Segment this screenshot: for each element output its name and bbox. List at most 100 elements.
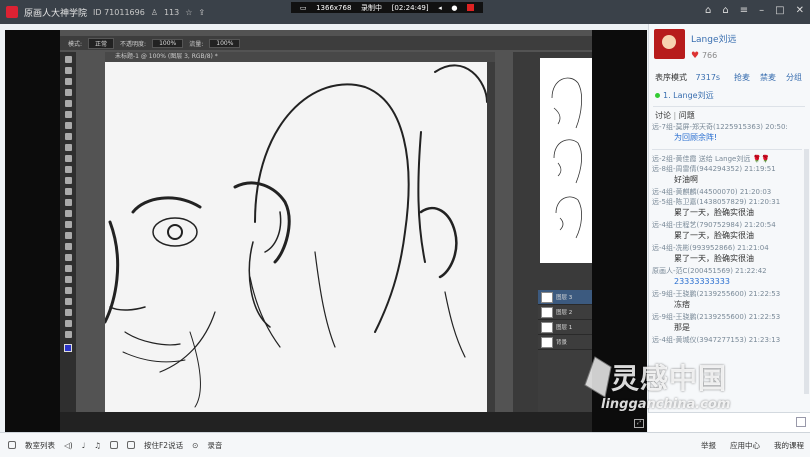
teacher-name[interactable]: Lange刘远	[691, 29, 736, 45]
hand-icon[interactable]	[109, 441, 118, 449]
like-icon[interactable]: ♥ 766	[691, 51, 736, 61]
layer-name: 背景	[556, 340, 568, 346]
message-text: 好油啊	[674, 175, 698, 184]
bottom-toolbar: 教室列表 ◁) ♩ ♫ 按住F2说话 ⊙ 录音 举报 应用中心 我的课程	[0, 432, 810, 457]
layer-thumbnail	[541, 291, 553, 303]
tab-discussion[interactable]: 讨论	[655, 111, 671, 120]
layer-thumbnail	[541, 336, 553, 348]
ps-layer-row: 背景	[538, 335, 592, 350]
ps-canvas	[105, 62, 487, 412]
close-icon[interactable]: ✕	[796, 5, 804, 16]
ps-tool	[64, 331, 72, 338]
speaker-icon[interactable]: ◁)	[64, 441, 73, 450]
online-status-icon	[655, 93, 660, 98]
ps-option-flow-label: 流量:	[189, 40, 204, 48]
divider	[652, 149, 802, 150]
ps-canvas-scrollbar	[487, 62, 495, 412]
message-meta: 远-4组-冼彬(993952866) 21:21:04	[652, 244, 769, 252]
ps-tool	[64, 144, 72, 151]
maximize-icon[interactable]: □	[775, 5, 784, 16]
ps-tool	[64, 78, 72, 85]
message-meta: 远-4组-黄城仪(3947277153) 21:23:13	[652, 336, 781, 344]
ps-tool	[64, 199, 72, 206]
ps-layers-panel: 图层 3 图层 2 图层 1 背景	[538, 290, 592, 412]
window-controls: ⌂ ⌂ ≡ – □ ✕	[705, 5, 804, 16]
ps-tool	[64, 166, 72, 173]
ps-tool	[64, 243, 72, 250]
star-icon[interactable]: ☆	[185, 8, 192, 17]
ps-tool	[64, 298, 72, 305]
navigator-thumbnail	[551, 77, 582, 239]
send-icon[interactable]	[796, 417, 806, 427]
report-button[interactable]: 举报	[701, 440, 716, 451]
app-center-button[interactable]: 应用中心	[730, 440, 760, 451]
teacher-avatar[interactable]	[654, 29, 685, 59]
member-count: 113	[163, 7, 180, 17]
tab-question[interactable]: 问题	[679, 111, 695, 120]
ps-tool	[64, 276, 72, 283]
recording-status: 录制中	[361, 3, 383, 12]
ban-mic-link[interactable]: 禁麦	[760, 72, 776, 83]
mic-icon[interactable]: ♩	[82, 441, 86, 450]
record-icon[interactable]: ⊙	[192, 441, 198, 450]
ps-tool	[64, 56, 72, 63]
stop-button[interactable]	[467, 4, 475, 11]
music-icon[interactable]: ♫	[94, 441, 101, 450]
ps-tool	[64, 100, 72, 107]
message-text: 累了一天，脸确实很油	[674, 254, 754, 263]
performance-row: 表序模式 7317s	[655, 72, 720, 83]
room-id: ID 71011696	[93, 7, 145, 17]
recording-resolution: 1366x768	[316, 3, 352, 12]
ps-tool	[64, 320, 72, 327]
push-to-talk-button[interactable]: 按住F2说话	[144, 440, 183, 451]
chat-tabs: 讨论 | 问题	[655, 111, 695, 120]
member-icon: ♙	[150, 7, 158, 17]
ps-tool	[64, 67, 72, 74]
grab-mic-link[interactable]: 抢麦	[734, 72, 750, 83]
message-text: 累了一天，脸确实很油	[674, 231, 754, 240]
camera-icon[interactable]: ●	[451, 4, 457, 12]
ps-layer-row: 图层 3	[538, 290, 592, 305]
message-meta: 远-4组-黄麒麟(44500070) 21:20:03	[652, 188, 772, 196]
menu-icon[interactable]: ≡	[740, 5, 748, 16]
ps-foreground-color	[64, 344, 72, 352]
chat-input-field[interactable]	[648, 412, 810, 432]
divider	[653, 106, 805, 107]
sketch-drawing	[105, 64, 487, 408]
ps-option-mode-label: 模式:	[68, 40, 83, 48]
skin-icon[interactable]: ⌂	[705, 5, 711, 16]
photoshop-screen: 模式: 正常 不透明度: 100% 流量: 100% 未标题-1 @ 100% …	[60, 30, 592, 432]
bottom-right-actions: 举报 应用中心 我的课程	[701, 440, 810, 451]
window-title: 原画人大神学院	[24, 8, 88, 19]
ps-navigator-panel	[540, 58, 592, 263]
record-button[interactable]: 录音	[207, 440, 222, 451]
ps-tool	[64, 309, 72, 316]
recording-bar: ▭ 1366x768 录制中 [02:24:49] ◂ ●	[291, 2, 483, 13]
ps-tool	[64, 177, 72, 184]
queue-item-label: 1. Lange刘远	[663, 91, 714, 100]
my-courses-button[interactable]: 我的课程	[774, 440, 804, 451]
push-to-talk-icon[interactable]	[126, 441, 135, 449]
classroom-list-icon[interactable]	[8, 441, 16, 449]
message-meta: 远-2组-黄佳霞 送给 Lange刘远 🌹🌹	[652, 155, 770, 163]
chat-scrollbar[interactable]	[804, 149, 809, 394]
share-icon[interactable]: ⇪	[198, 8, 205, 17]
ps-tool	[64, 221, 72, 228]
ps-status-bar	[60, 412, 592, 432]
message-meta: 原画人-范C(200451569) 21:22:42	[652, 267, 767, 275]
chat-message-list: 远-7组-莫屏-郑天奇(1225915363) 20:50: 为回顾余阵! 远-…	[652, 122, 804, 377]
message-text: 冻痞	[674, 300, 690, 309]
ps-tool	[64, 111, 72, 118]
message-text: 累了一天，脸确实很油	[674, 208, 754, 217]
video-stream: 模式: 正常 不透明度: 100% 流量: 100% 未标题-1 @ 100% …	[5, 30, 647, 432]
classroom-list-button[interactable]: 教室列表	[25, 440, 55, 451]
group-link[interactable]: 分组	[786, 72, 802, 83]
minimize-icon[interactable]: –	[759, 5, 764, 16]
recording-time: [02:24:49]	[391, 3, 429, 12]
fullscreen-icon[interactable]: ⤢	[634, 419, 644, 428]
message-meta: 远-7组-莫屏-郑天奇(1225915363) 20:50:	[652, 123, 788, 131]
home-icon[interactable]: ⌂	[722, 5, 728, 16]
mic-queue-item[interactable]: 1. Lange刘远	[655, 90, 714, 101]
app-logo-icon	[6, 6, 18, 18]
pause-icon[interactable]: ◂	[438, 4, 442, 12]
